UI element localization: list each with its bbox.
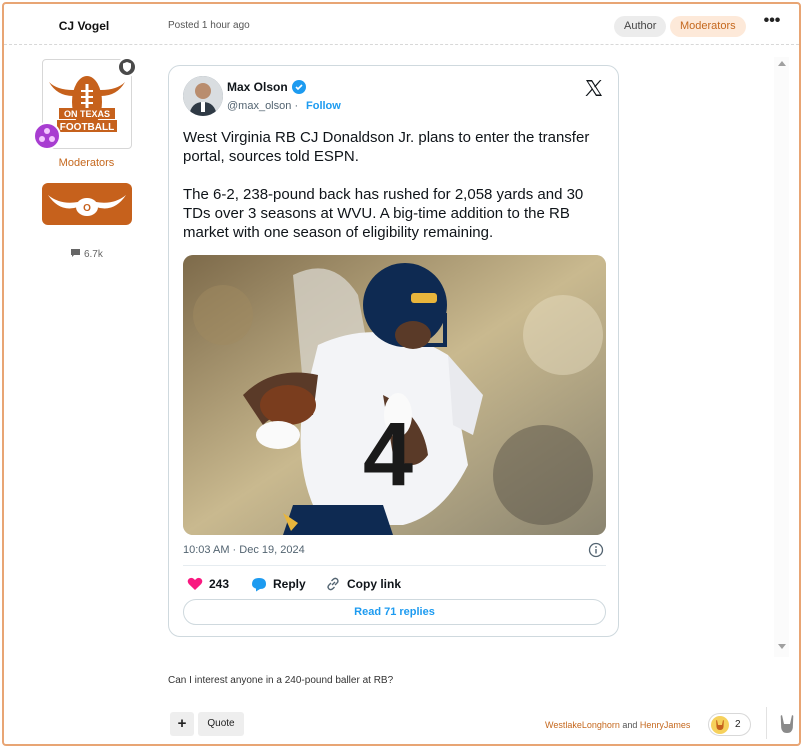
verified-icon bbox=[292, 80, 306, 94]
info-icon[interactable] bbox=[588, 542, 604, 558]
tweet-author-avatar[interactable] bbox=[183, 76, 223, 116]
post-container: CJ Vogel Posted 1 hour ago Author Modera… bbox=[2, 2, 801, 746]
svg-text:O: O bbox=[83, 203, 91, 214]
member-role: Moderators bbox=[58, 157, 115, 169]
longhorn-logo: O bbox=[42, 183, 132, 225]
more-options-button[interactable]: ••• bbox=[762, 13, 782, 34]
reaction-users: WestlakeLonghorn and HenryJames bbox=[545, 720, 690, 730]
post-count-value: 6.7k bbox=[83, 249, 103, 260]
tweet-author-handle[interactable]: @max_olson · bbox=[227, 100, 298, 112]
logo-text-line1: ON TEXAS bbox=[64, 109, 110, 119]
divider bbox=[766, 707, 767, 739]
tweet-photo[interactable]: 4 bbox=[183, 255, 606, 535]
reaction-count: 2 bbox=[735, 719, 741, 730]
scroll-down-arrow-icon[interactable] bbox=[778, 644, 786, 649]
tweet-text: West Virginia RB CJ Donaldson Jr. plans … bbox=[183, 129, 590, 241]
copy-link-button[interactable]: Copy link bbox=[325, 575, 401, 593]
reply-bubble-icon bbox=[252, 577, 266, 591]
moderators-badge: Moderators bbox=[670, 16, 746, 37]
author-badge: Author bbox=[614, 16, 667, 37]
shield-icon bbox=[117, 57, 137, 77]
tweet-actions: 243 Reply Copy link bbox=[183, 575, 606, 595]
post-body-text: Can I interest anyone in a 240-pound bal… bbox=[168, 675, 394, 686]
achievement-badge-icon[interactable] bbox=[33, 122, 61, 150]
react-button-horns-icon[interactable] bbox=[777, 712, 797, 736]
copy-link-label: Copy link bbox=[347, 577, 402, 591]
scrollbar[interactable] bbox=[774, 57, 789, 657]
like-button[interactable]: 243 bbox=[187, 575, 229, 593]
like-count: 243 bbox=[209, 577, 230, 591]
heart-icon bbox=[187, 577, 203, 590]
reactor-link[interactable]: HenryJames bbox=[640, 720, 691, 730]
reactor-conjunction: and bbox=[619, 720, 640, 730]
reply-label: Reply bbox=[273, 577, 306, 591]
tweet-embed[interactable]: Max Olson @max_olson · Follow West Virgi… bbox=[168, 65, 619, 637]
add-button[interactable]: + bbox=[170, 712, 194, 736]
speech-bubble-icon bbox=[71, 249, 81, 257]
x-logo-icon[interactable] bbox=[584, 78, 604, 98]
handle-text: @max_olson bbox=[227, 100, 292, 112]
reaction-summary[interactable]: 2 bbox=[708, 713, 751, 736]
scroll-up-arrow-icon[interactable] bbox=[778, 61, 786, 66]
avatar[interactable]: ON TEXAS FOOTBALL bbox=[33, 57, 137, 150]
divider bbox=[183, 565, 606, 566]
logo-text-line2: FOOTBALL bbox=[60, 122, 114, 133]
post-header: CJ Vogel Posted 1 hour ago Author Modera… bbox=[4, 4, 799, 45]
jersey-number: 4 bbox=[363, 405, 413, 505]
tweet-timestamp[interactable]: 10:03 AM · Dec 19, 2024 bbox=[183, 544, 305, 556]
horns-reaction-icon bbox=[711, 716, 729, 734]
tweet-author-name[interactable]: Max Olson bbox=[227, 80, 288, 94]
reply-button[interactable]: Reply bbox=[251, 575, 306, 593]
post-count: 6.7k bbox=[4, 248, 169, 260]
quote-button[interactable]: Quote bbox=[198, 712, 244, 736]
author-name[interactable]: CJ Vogel bbox=[4, 19, 164, 33]
post-timestamp[interactable]: Posted 1 hour ago bbox=[168, 20, 250, 31]
link-icon bbox=[327, 577, 339, 591]
read-replies-button[interactable]: Read 71 replies bbox=[183, 599, 606, 625]
reactor-link[interactable]: WestlakeLonghorn bbox=[545, 720, 620, 730]
follow-link[interactable]: Follow bbox=[306, 100, 341, 112]
handle-separator: · bbox=[294, 100, 299, 112]
